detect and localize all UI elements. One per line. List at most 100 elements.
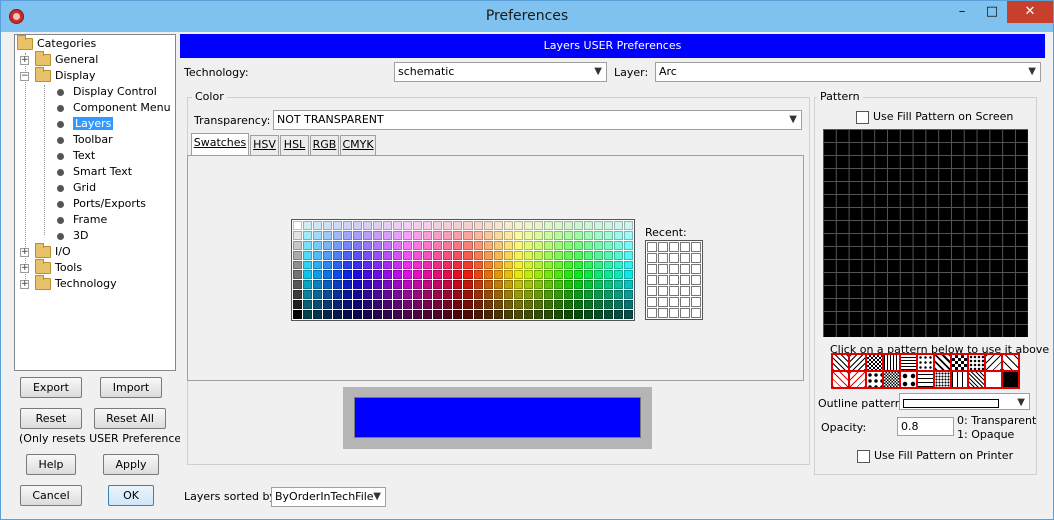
color-swatch[interactable]	[593, 221, 603, 230]
color-swatch[interactable]	[333, 260, 343, 270]
color-swatch[interactable]	[443, 221, 453, 230]
color-swatch[interactable]	[513, 280, 523, 290]
color-swatch[interactable]	[613, 300, 623, 310]
pattern-option[interactable]	[951, 354, 968, 371]
color-swatch[interactable]	[413, 290, 423, 300]
color-swatch[interactable]	[583, 260, 593, 270]
color-swatch[interactable]	[593, 230, 603, 240]
color-swatch[interactable]	[373, 240, 383, 250]
color-swatch[interactable]	[553, 280, 563, 290]
recent-swatch[interactable]	[669, 264, 679, 274]
color-swatch[interactable]	[423, 270, 433, 280]
color-swatch[interactable]	[343, 290, 353, 300]
color-swatch[interactable]	[403, 240, 413, 250]
color-swatch[interactable]	[533, 300, 543, 310]
color-swatch[interactable]	[483, 230, 493, 240]
color-swatch[interactable]	[383, 300, 393, 310]
color-swatch[interactable]	[503, 270, 513, 280]
color-swatch[interactable]	[463, 230, 473, 240]
color-swatch[interactable]	[613, 230, 623, 240]
color-swatch[interactable]	[353, 280, 363, 290]
color-swatch[interactable]	[313, 270, 323, 280]
color-swatch[interactable]	[543, 280, 553, 290]
color-swatch[interactable]	[563, 310, 573, 319]
pattern-option[interactable]	[900, 371, 917, 388]
color-swatch[interactable]	[453, 240, 463, 250]
pattern-option[interactable]	[849, 371, 866, 388]
sort-select[interactable]: ByOrderInTechFile ▼	[271, 487, 386, 507]
color-swatch[interactable]	[363, 250, 373, 260]
use-fill-screen-checkbox[interactable]: Use Fill Pattern on Screen	[856, 110, 1013, 124]
color-swatch[interactable]	[353, 221, 363, 230]
color-swatch[interactable]	[543, 310, 553, 319]
color-swatch[interactable]	[483, 240, 493, 250]
color-swatch[interactable]	[463, 250, 473, 260]
color-swatch[interactable]	[573, 270, 583, 280]
color-swatch[interactable]	[383, 260, 393, 270]
ok-button[interactable]: OK	[108, 485, 154, 506]
color-swatch[interactable]	[523, 240, 533, 250]
color-swatch[interactable]	[493, 290, 503, 300]
color-swatch[interactable]	[603, 230, 613, 240]
color-swatch[interactable]	[473, 310, 483, 319]
color-swatch[interactable]	[363, 260, 373, 270]
color-swatch[interactable]	[493, 270, 503, 280]
color-swatch[interactable]	[443, 290, 453, 300]
cancel-button[interactable]: Cancel	[20, 485, 82, 506]
color-swatch[interactable]	[583, 310, 593, 319]
tab-hsv[interactable]: HSV	[250, 135, 279, 155]
color-swatch[interactable]	[493, 240, 503, 250]
recent-swatch[interactable]	[647, 275, 657, 285]
color-swatch[interactable]	[443, 310, 453, 319]
color-swatch[interactable]	[573, 300, 583, 310]
color-swatch[interactable]	[623, 250, 633, 260]
color-swatch[interactable]	[573, 230, 583, 240]
recent-swatch[interactable]	[680, 297, 690, 307]
color-swatch[interactable]	[513, 221, 523, 230]
color-swatch[interactable]	[473, 260, 483, 270]
color-swatch[interactable]	[303, 270, 313, 280]
technology-select[interactable]: schematic ▼	[394, 62, 607, 82]
color-swatch[interactable]	[603, 250, 613, 260]
color-swatch[interactable]	[553, 310, 563, 319]
recent-swatch[interactable]	[647, 242, 657, 252]
pattern-editor-grid[interactable]	[823, 129, 1028, 337]
color-swatch[interactable]	[343, 230, 353, 240]
use-fill-printer-checkbox[interactable]: Use Fill Pattern on Printer	[857, 449, 1013, 463]
color-swatch[interactable]	[453, 221, 463, 230]
color-swatch[interactable]	[363, 240, 373, 250]
recent-swatch[interactable]	[658, 297, 668, 307]
color-swatch[interactable]	[523, 260, 533, 270]
swatch-grid[interactable]	[291, 219, 635, 321]
color-swatch[interactable]	[383, 280, 393, 290]
color-swatch[interactable]	[363, 310, 373, 319]
color-swatch[interactable]	[623, 280, 633, 290]
color-swatch[interactable]	[323, 230, 333, 240]
color-swatch[interactable]	[453, 250, 463, 260]
color-swatch[interactable]	[423, 230, 433, 240]
color-swatch[interactable]	[613, 270, 623, 280]
outline-pattern-select[interactable]: ▼	[899, 393, 1030, 410]
color-swatch[interactable]	[453, 260, 463, 270]
color-swatch[interactable]	[563, 260, 573, 270]
color-swatch[interactable]	[433, 250, 443, 260]
color-swatch[interactable]	[483, 310, 493, 319]
color-swatch[interactable]	[373, 250, 383, 260]
recent-swatch[interactable]	[647, 253, 657, 263]
color-swatch[interactable]	[423, 250, 433, 260]
color-swatch[interactable]	[553, 250, 563, 260]
color-swatch[interactable]	[383, 270, 393, 280]
recent-swatch[interactable]	[669, 308, 679, 318]
color-swatch[interactable]	[583, 270, 593, 280]
color-swatch[interactable]	[303, 240, 313, 250]
color-swatch[interactable]	[373, 310, 383, 319]
color-swatch[interactable]	[623, 260, 633, 270]
color-swatch[interactable]	[443, 250, 453, 260]
color-swatch[interactable]	[343, 300, 353, 310]
color-swatch[interactable]	[313, 240, 323, 250]
color-swatch[interactable]	[623, 290, 633, 300]
color-swatch[interactable]	[433, 310, 443, 319]
color-swatch[interactable]	[603, 221, 613, 230]
color-swatch[interactable]	[413, 300, 423, 310]
color-swatch[interactable]	[433, 240, 443, 250]
